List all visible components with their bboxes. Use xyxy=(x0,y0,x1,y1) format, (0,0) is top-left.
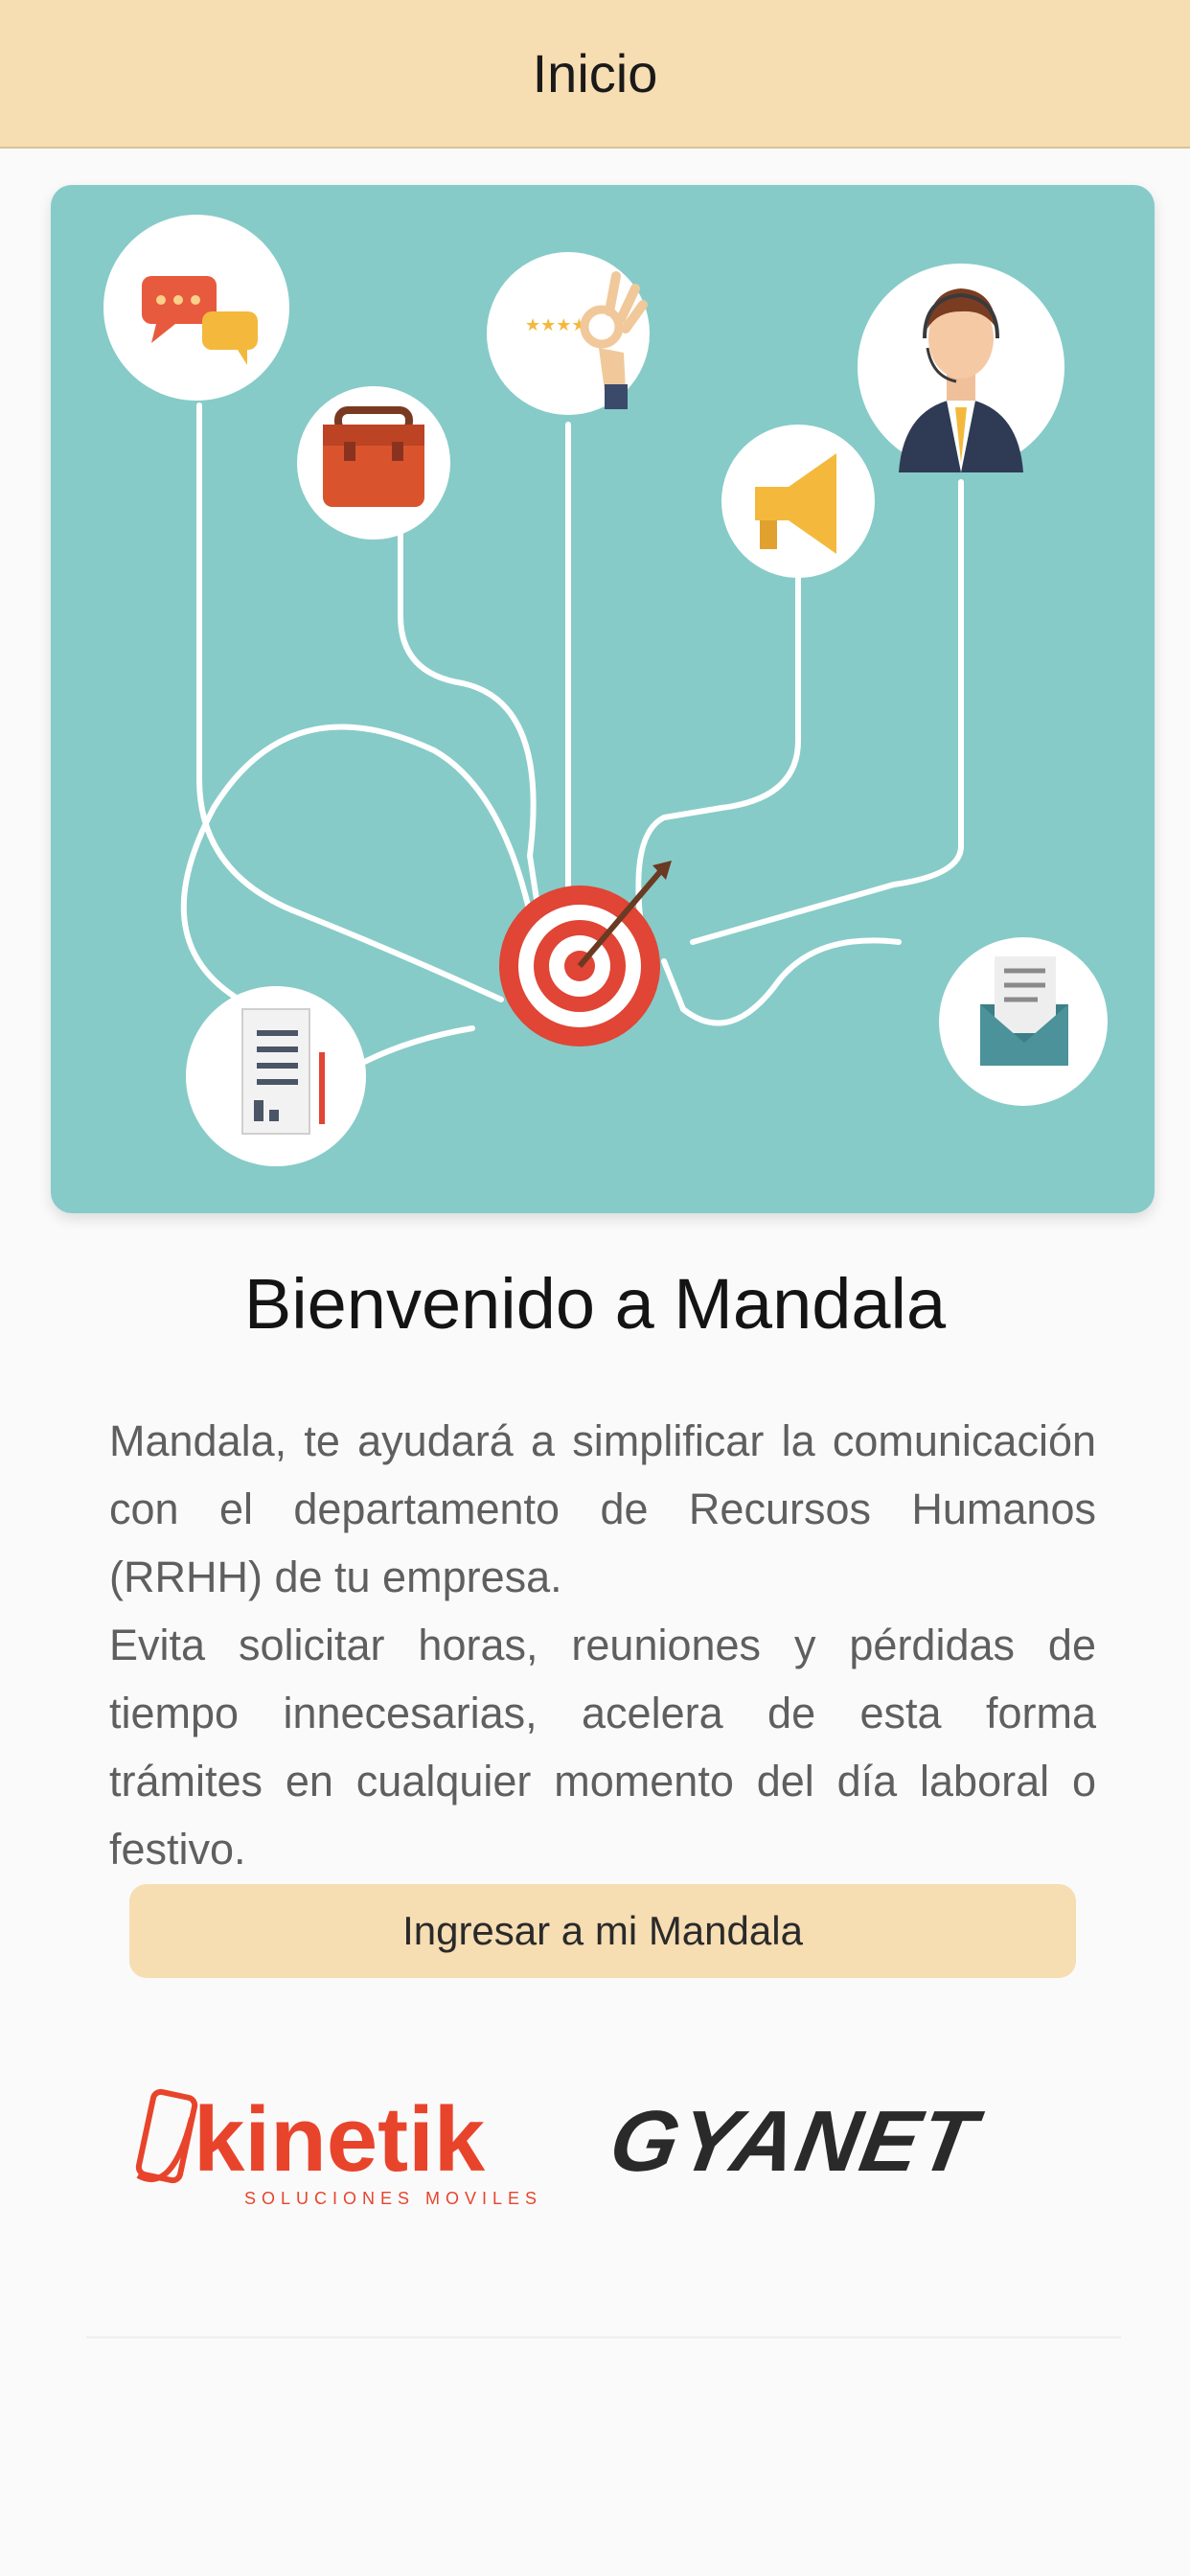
partner-logos: kinetik SOLUCIONES MOVILES GYANET xyxy=(134,2060,1073,2214)
page-title: Inicio xyxy=(532,43,658,104)
envelope-icon xyxy=(939,937,1108,1106)
kinetik-logo: kinetik SOLUCIONES MOVILES xyxy=(135,2088,542,2208)
rating-stars-ok-hand-icon: ★★★★ xyxy=(487,252,650,415)
logos-svg: kinetik SOLUCIONES MOVILES GYANET xyxy=(135,2088,989,2208)
enter-mandala-button[interactable]: Ingresar a mi Mandala xyxy=(129,1884,1076,1978)
svg-text:kinetik: kinetik xyxy=(194,2088,486,2191)
hero-illustration: ★★★★ xyxy=(51,185,1155,1213)
app-header: Inicio xyxy=(0,0,1190,149)
svg-text:★★★★: ★★★★ xyxy=(525,315,587,335)
megaphone-icon xyxy=(721,425,875,578)
document-icon xyxy=(186,986,366,1166)
description-paragraph-1: Mandala, te ayudará a simplificar la com… xyxy=(109,1416,1096,1601)
description-paragraph-2: Evita solicitar horas, reuniones y pérdi… xyxy=(109,1621,1096,1874)
description: Mandala, te ayudará a simplificar la com… xyxy=(109,1407,1096,1883)
svg-text:GYANET: GYANET xyxy=(603,2094,989,2190)
chat-bubbles-icon xyxy=(103,215,289,401)
gyanet-logo: GYANET xyxy=(603,2094,989,2190)
svg-text:SOLUCIONES MOVILES: SOLUCIONES MOVILES xyxy=(244,2189,542,2208)
footer-divider xyxy=(86,2336,1121,2338)
welcome-title: Bienvenido a Mandala xyxy=(243,1264,947,1344)
briefcase-icon xyxy=(297,386,450,540)
hero-svg: ★★★★ xyxy=(51,185,1155,1213)
